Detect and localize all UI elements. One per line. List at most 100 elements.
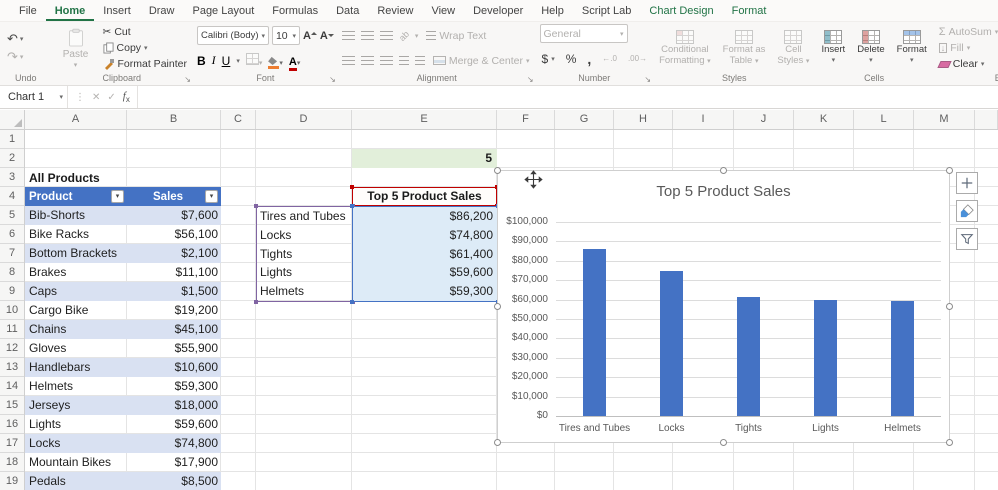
cell-chart-title-source[interactable]: Top 5 Product Sales — [352, 187, 497, 206]
product-row[interactable]: Cargo Bike$19,200 — [25, 301, 221, 320]
row-header-15[interactable]: 15 — [0, 396, 24, 415]
product-row[interactable]: Helmets$59,300 — [25, 377, 221, 396]
tab-draw[interactable]: Draw — [140, 0, 184, 21]
row-header-5[interactable]: 5 — [0, 206, 24, 225]
product-row[interactable]: Pedals$8,500 — [25, 472, 221, 490]
row-header-9[interactable]: 9 — [0, 282, 24, 301]
chart-resize-handle[interactable] — [946, 303, 953, 310]
name-box[interactable]: Chart 1▾ — [0, 86, 68, 108]
row-header-18[interactable]: 18 — [0, 453, 24, 472]
italic-button[interactable]: I — [212, 53, 216, 68]
product-row[interactable]: Bottom Brackets$2,100 — [25, 244, 221, 263]
borders-button[interactable]: ▾ — [246, 52, 263, 70]
column-header-a[interactable]: A — [25, 110, 127, 129]
format-as-table-button[interactable]: Format asTable ▾ — [721, 30, 768, 67]
column-header-c[interactable]: C — [221, 110, 256, 129]
tab-view[interactable]: View — [422, 0, 464, 21]
bar-tires-and-tubes[interactable] — [583, 249, 606, 416]
row-header-16[interactable]: 16 — [0, 415, 24, 434]
cancel-icon[interactable]: ✕ — [92, 92, 100, 103]
tab-script-lab[interactable]: Script Lab — [573, 0, 641, 21]
column-header-e[interactable]: E — [352, 110, 497, 129]
number-format-select[interactable]: General▾ — [540, 24, 628, 43]
product-row[interactable]: Gloves$55,900 — [25, 339, 221, 358]
chart-elements-button[interactable] — [956, 172, 978, 194]
product-row[interactable]: Bike Racks$56,100 — [25, 225, 221, 244]
row-header-19[interactable]: 19 — [0, 472, 24, 490]
column-header-g[interactable]: G — [555, 110, 614, 129]
tab-formulas[interactable]: Formulas — [263, 0, 327, 21]
dialog-launcher-icon[interactable]: ↘ — [527, 75, 534, 84]
tab-file[interactable]: File — [10, 0, 46, 21]
row-header-1[interactable]: 1 — [0, 130, 24, 149]
worksheet-grid[interactable]: ABCDEFGHIJKLM 12345678910111213141516171… — [0, 110, 998, 490]
font-color-button[interactable]: A▾ — [289, 52, 300, 70]
align-left-icon[interactable] — [342, 56, 355, 65]
delete-cells-button[interactable]: Delete▾ — [855, 30, 886, 66]
tab-data[interactable]: Data — [327, 0, 368, 21]
currency-button[interactable]: $▾ — [540, 51, 557, 67]
row-header-14[interactable]: 14 — [0, 377, 24, 396]
column-header-b[interactable]: B — [127, 110, 221, 129]
chart-resize-handle[interactable] — [720, 167, 727, 174]
increase-font-button[interactable]: A — [303, 30, 317, 42]
product-row[interactable]: Jerseys$18,000 — [25, 396, 221, 415]
row-header-12[interactable]: 12 — [0, 339, 24, 358]
product-row[interactable]: Bib-Shorts$7,600 — [25, 206, 221, 225]
insert-cells-button[interactable]: Insert▾ — [819, 30, 847, 66]
orientation-button[interactable]: ab — [397, 28, 411, 42]
fill-button[interactable]: ↓Fill▾ — [937, 41, 972, 55]
align-bottom-icon[interactable] — [380, 31, 393, 40]
product-row[interactable]: Caps$1,500 — [25, 282, 221, 301]
row-header-10[interactable]: 10 — [0, 301, 24, 320]
column-header-h[interactable]: H — [614, 110, 673, 129]
insert-function-icon[interactable]: fx — [123, 90, 130, 104]
chart-resize-handle[interactable] — [946, 167, 953, 174]
product-row[interactable]: Lights$59,600 — [25, 415, 221, 434]
filter-dropdown-icon[interactable]: ▾ — [205, 190, 218, 203]
column-header-l[interactable]: L — [854, 110, 914, 129]
autosum-button[interactable]: ΣAutoSum▾ — [937, 25, 998, 39]
underline-button[interactable]: U — [222, 54, 231, 68]
tab-home[interactable]: Home — [46, 0, 95, 21]
dialog-launcher-icon[interactable]: ↘ — [329, 75, 336, 84]
align-center-icon[interactable] — [361, 56, 374, 65]
increase-decimal-button[interactable]: ←.0 — [600, 53, 619, 64]
copy-button[interactable]: Copy▾ — [101, 41, 150, 55]
align-middle-icon[interactable] — [361, 31, 374, 40]
product-row[interactable]: Mountain Bikes$17,900 — [25, 453, 221, 472]
cell-top-n-input[interactable]: 5 — [352, 149, 497, 168]
clear-button[interactable]: Clear▾ — [937, 57, 987, 71]
product-row[interactable]: Locks$74,800 — [25, 434, 221, 453]
row-header-11[interactable]: 11 — [0, 320, 24, 339]
column-header-j[interactable]: J — [734, 110, 794, 129]
bar-chart[interactable]: Top 5 Product Sales $0$10,000$20,000$30,… — [497, 170, 950, 443]
dialog-launcher-icon[interactable]: ↘ — [644, 75, 651, 84]
bar-locks[interactable] — [660, 271, 683, 416]
decrease-decimal-button[interactable]: .00→ — [626, 53, 649, 64]
row-header-6[interactable]: 6 — [0, 225, 24, 244]
increase-indent-icon[interactable] — [415, 56, 425, 65]
top5-values-range[interactable]: $86,200$74,800$61,400$59,600$59,300 — [352, 206, 498, 302]
row-header-3[interactable]: 3 — [0, 168, 24, 187]
products-table[interactable]: Product▾ Sales▾ Bib-Shorts$7,600Bike Rac… — [25, 187, 221, 490]
comma-style-button[interactable]: , — [585, 50, 593, 68]
font-size-select[interactable]: 10▾ — [272, 26, 300, 45]
product-row[interactable]: Chains$45,100 — [25, 320, 221, 339]
chart-resize-handle[interactable] — [946, 439, 953, 446]
chart-resize-handle[interactable] — [494, 167, 501, 174]
chart-resize-handle[interactable] — [494, 303, 501, 310]
more-options-icon[interactable]: ⋮ — [75, 92, 85, 103]
wrap-text-button[interactable]: Wrap Text — [424, 29, 488, 43]
enter-icon[interactable]: ✓ — [107, 92, 115, 103]
product-row[interactable]: Handlebars$10,600 — [25, 358, 221, 377]
percent-button[interactable]: % — [564, 51, 579, 67]
tab-help[interactable]: Help — [532, 0, 573, 21]
align-top-icon[interactable] — [342, 31, 355, 40]
row-header-17[interactable]: 17 — [0, 434, 24, 453]
font-name-select[interactable]: Calibri (Body)▾ — [197, 26, 269, 45]
column-header-i[interactable]: I — [673, 110, 734, 129]
cell-all-products-title[interactable]: All Products — [29, 169, 100, 188]
tab-review[interactable]: Review — [368, 0, 422, 21]
bold-button[interactable]: B — [197, 54, 206, 68]
